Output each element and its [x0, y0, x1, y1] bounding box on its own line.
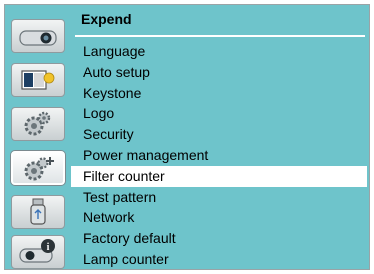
menu-title: Expend	[81, 11, 132, 27]
menu-list: Language Auto setup Keystone Logo Securi…	[71, 41, 367, 269]
title-divider	[75, 35, 365, 37]
menu-item-filter-counter[interactable]: Filter counter	[71, 165, 367, 187]
category-sidebar: i	[5, 5, 71, 269]
menu-item-power-management[interactable]: Power management	[71, 145, 367, 166]
menu-item-language[interactable]: Language	[71, 41, 367, 62]
sidebar-item-memory-viewer[interactable]	[11, 195, 65, 229]
sidebar-item-information[interactable]: i	[11, 235, 65, 269]
expand-gears-icon	[24, 157, 54, 181]
settings-gears-icon	[24, 111, 51, 136]
menu-panel: Expend Language Auto setup Keystone Logo…	[71, 5, 369, 269]
sidebar-item-expand[interactable]	[11, 151, 65, 185]
menu-item-auto-setup[interactable]: Auto setup	[71, 62, 367, 83]
svg-text:i: i	[47, 242, 50, 253]
sidebar-item-picture[interactable]	[11, 63, 65, 97]
menu-item-lamp-counter[interactable]: Lamp counter	[71, 249, 367, 269]
info-projector-icon: i	[19, 239, 55, 263]
menu-item-network[interactable]: Network	[71, 207, 367, 228]
projector-input-icon	[19, 30, 57, 46]
usb-memory-icon	[30, 198, 46, 225]
sidebar-item-setting[interactable]	[11, 107, 65, 141]
picture-adjust-icon	[21, 70, 55, 90]
menu-item-test-pattern[interactable]: Test pattern	[71, 187, 367, 208]
menu-item-logo[interactable]: Logo	[71, 103, 367, 124]
osd-menu-window: i Expend Language Auto setup Keystone Lo…	[4, 4, 370, 270]
menu-item-security[interactable]: Security	[71, 124, 367, 145]
sidebar-item-input[interactable]	[11, 19, 65, 53]
menu-item-keystone[interactable]: Keystone	[71, 83, 367, 104]
menu-item-factory-default[interactable]: Factory default	[71, 228, 367, 249]
